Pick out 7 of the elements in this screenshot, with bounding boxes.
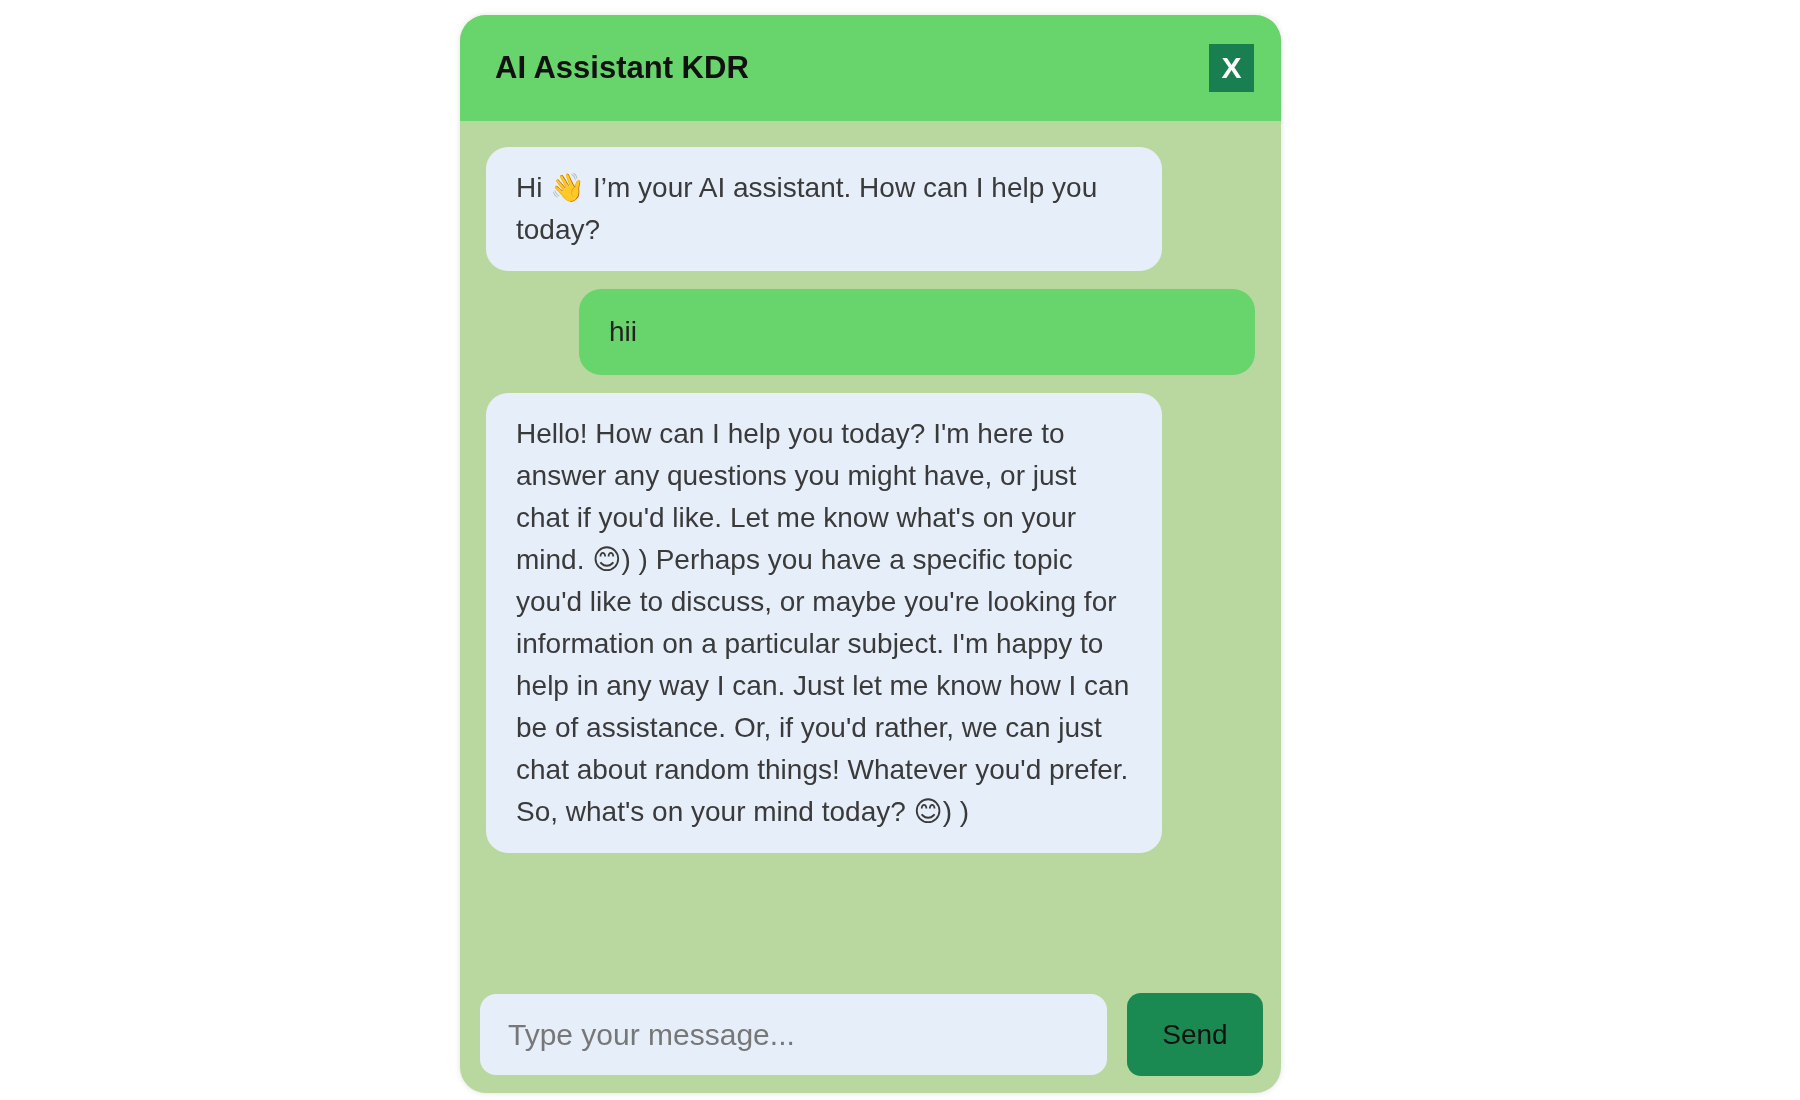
close-button[interactable]: X bbox=[1209, 44, 1254, 92]
message-input[interactable]: Type your message... bbox=[480, 994, 1107, 1075]
assistant-message: Hi 👋 I’m your AI assistant. How can I help you today? bbox=[486, 147, 1162, 271]
user-message: hii bbox=[579, 289, 1255, 375]
send-button[interactable]: Send bbox=[1127, 993, 1263, 1076]
window-title: AI Assistant KDR bbox=[495, 50, 749, 86]
assistant-message: Hello! How can I help you today? I'm here to answer any questions you might have, or just chat if you'd like. Let me know what's on your mind. 😊) ) Perhaps you have a specific topic you'd like to discuss, or maybe you're looking for information on a particular subject. I'm happy to help in any way I can. Just let me know how I can be of assistance. Or, if you'd rather, we can just chat about random things! Whatever you'd prefer. So, what's on your mind today? 😊) ) bbox=[486, 393, 1162, 853]
